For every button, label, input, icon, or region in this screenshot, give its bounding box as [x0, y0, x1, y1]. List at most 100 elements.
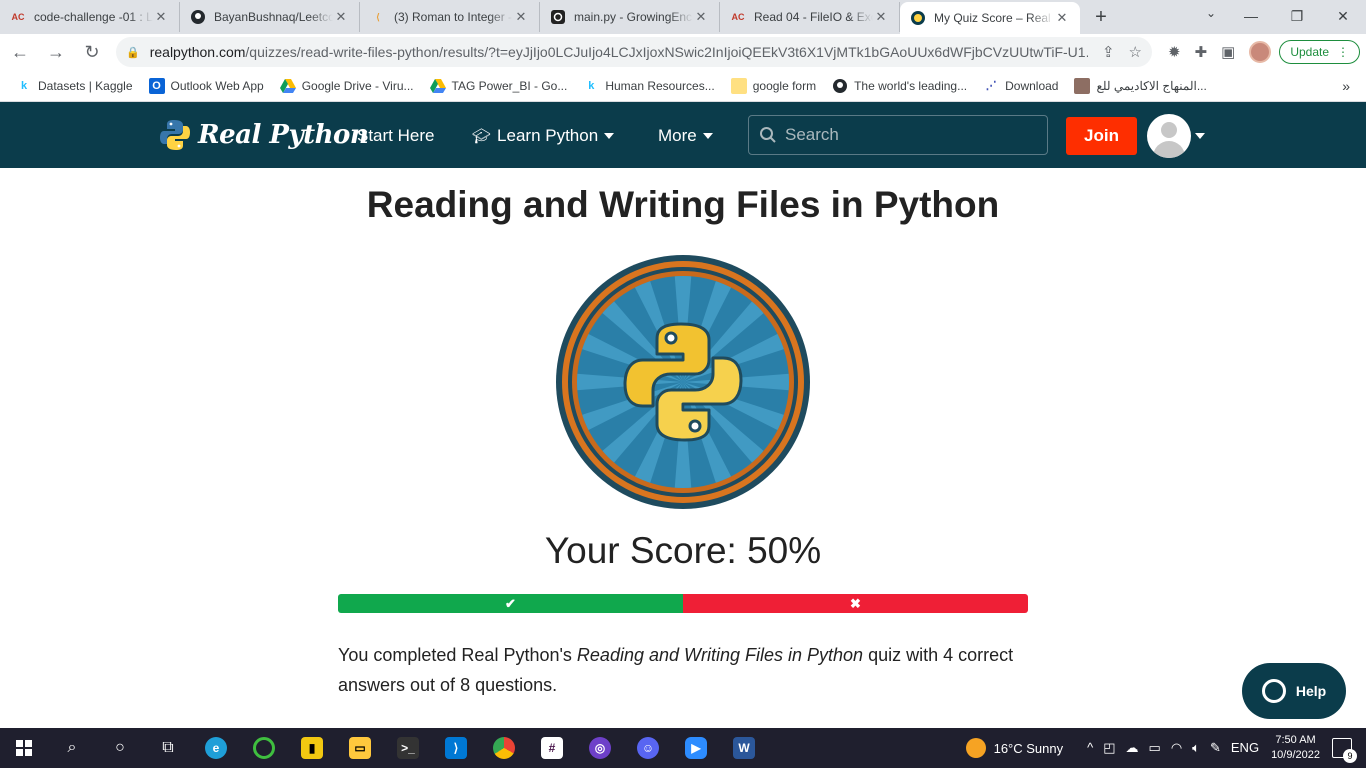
edge-icon[interactable]: e	[192, 728, 240, 768]
graduation-cap-icon: 🎓︎	[472, 128, 492, 145]
bookmark-item[interactable]: المنهاج الاكاديمي للع...	[1074, 77, 1207, 94]
address-bar[interactable]: 🔒 realpython.com/quizzes/read-write-file…	[116, 37, 1152, 67]
kaggle-icon: k	[20, 79, 28, 92]
browser-tab[interactable]: main.py - GrowingEnc ✕	[540, 2, 720, 32]
extension-bug-icon[interactable]: ✹	[1168, 43, 1181, 61]
browser-tab[interactable]: AC Read 04 - FileIO & Exc ✕	[720, 2, 900, 32]
caret-down-icon[interactable]	[1195, 133, 1205, 139]
avatar[interactable]	[1147, 114, 1191, 158]
browser-tab[interactable]: ⟨ (3) Roman to Integer - ✕	[360, 2, 540, 32]
python-badge-image	[555, 254, 811, 515]
bookmarks-bar: k Datasets | Kaggle O Outlook Web App Goog…	[0, 70, 1366, 102]
browser-toolbar: ← → ↻ 🔒 realpython.com/quizzes/read-writ…	[0, 34, 1366, 70]
tab-title: BayanBushnaq/Leetco	[214, 10, 333, 24]
nav-start-here[interactable]: Start Here	[357, 126, 434, 146]
discord-icon[interactable]: ☺	[624, 728, 672, 768]
site-header: Real Python Start Here 🎓︎ Learn Python M…	[0, 102, 1366, 168]
close-tab-icon[interactable]: ✕	[1054, 10, 1070, 26]
nav-more[interactable]: More	[658, 126, 713, 146]
user-menu[interactable]	[1147, 114, 1205, 158]
wifi-icon[interactable]: ◠	[1171, 740, 1182, 756]
site-logo[interactable]: Real Python	[158, 118, 369, 152]
start-button[interactable]	[0, 728, 48, 768]
language-indicator[interactable]: ENG	[1231, 740, 1259, 756]
terminal-icon[interactable]: >_	[384, 728, 432, 768]
join-button[interactable]: Join	[1066, 117, 1137, 155]
tray-icons: ^ ◰ ☁ ▭ ◠ 🔈︎ ✎ ENG	[1087, 740, 1259, 756]
slack-icon[interactable]: #	[528, 728, 576, 768]
tab-search-chevron-icon[interactable]: ⌄	[1206, 6, 1216, 20]
volume-icon[interactable]: 🔈︎	[1192, 740, 1200, 756]
notification-icon[interactable]: 9	[1332, 738, 1357, 763]
kaggle-icon: k	[588, 79, 595, 92]
search-icon	[760, 127, 776, 143]
url-text[interactable]: realpython.com/quizzes/read-write-files-…	[150, 44, 1088, 60]
bookmark-item[interactable]: O Outlook Web App	[148, 77, 264, 94]
close-tab-icon[interactable]: ✕	[333, 9, 349, 25]
folder-icon	[730, 77, 747, 94]
close-tab-icon[interactable]: ✕	[153, 9, 169, 25]
bookmark-item[interactable]: k Human Resources...	[583, 78, 714, 94]
check-icon: ✔	[505, 595, 516, 611]
github-icon	[832, 78, 848, 94]
window-controls: — ❐ ✕	[1228, 0, 1366, 32]
score-progress-bar: ✔ ✖	[338, 594, 1028, 613]
bookmark-item[interactable]: k Datasets | Kaggle	[16, 78, 133, 94]
help-button[interactable]: Help	[1242, 663, 1346, 719]
browser-tab-active[interactable]: My Quiz Score – Real ✕	[900, 2, 1080, 34]
lock-icon[interactable]: 🔒	[126, 46, 140, 59]
minimize-icon[interactable]: —	[1228, 0, 1274, 32]
page-title: Reading and Writing Files in Python	[366, 184, 1000, 225]
battery-icon[interactable]: ▭	[1149, 740, 1161, 756]
site-search[interactable]	[748, 115, 1048, 155]
onedrive-icon[interactable]: ☁	[1126, 740, 1139, 756]
github-desktop-icon[interactable]: ◎	[576, 728, 624, 768]
zoom-icon[interactable]: ▶	[672, 728, 720, 768]
cortana-icon[interactable]: ○	[96, 728, 144, 768]
books-icon	[1074, 77, 1091, 94]
close-tab-icon[interactable]: ✕	[513, 9, 529, 25]
app-ring-icon[interactable]	[240, 728, 288, 768]
bookmark-star-icon[interactable]: ☆	[1129, 43, 1142, 61]
power-bi-icon[interactable]: ▮	[288, 728, 336, 768]
replit-icon	[550, 9, 566, 25]
browser-tab[interactable]: AC code-challenge -01 : L ✕	[0, 2, 180, 32]
side-panel-icon[interactable]: ▣	[1221, 43, 1235, 61]
weather-widget[interactable]: 16°C Sunny	[965, 738, 1063, 758]
bookmark-item[interactable]: ⋰ Download	[983, 78, 1059, 94]
asac-icon: AC	[11, 12, 25, 22]
share-icon[interactable]: ⇪	[1102, 43, 1115, 61]
update-button[interactable]: Update ⋮	[1279, 40, 1361, 64]
word-icon[interactable]: W	[720, 728, 768, 768]
bookmark-item[interactable]: Google Drive - Viru...	[279, 78, 414, 94]
new-tab-button[interactable]: +	[1086, 2, 1116, 32]
vscode-icon[interactable]: ⟩	[432, 728, 480, 768]
bookmark-item[interactable]: google form	[730, 77, 816, 94]
bookmark-item[interactable]: The world's leading...	[832, 78, 967, 94]
task-view-icon[interactable]: ⧉	[144, 728, 192, 768]
more-bookmarks-icon[interactable]: »	[1342, 78, 1350, 94]
chrome-icon[interactable]	[480, 728, 528, 768]
close-window-icon[interactable]: ✕	[1320, 0, 1366, 32]
extensions-area: ✹ ✚ ▣	[1168, 41, 1272, 63]
meet-now-icon[interactable]: ◰	[1103, 740, 1115, 756]
reload-icon[interactable]: ↻	[76, 36, 108, 68]
logo-text: Real Python	[198, 120, 369, 150]
close-tab-icon[interactable]: ✕	[693, 9, 709, 25]
close-tab-icon[interactable]: ✕	[873, 9, 889, 25]
chevron-up-icon[interactable]: ^	[1087, 740, 1093, 756]
profile-avatar[interactable]	[1249, 41, 1272, 63]
back-icon[interactable]: ←	[4, 36, 36, 68]
search-input[interactable]	[785, 125, 1025, 145]
file-explorer-icon[interactable]: ▭	[336, 728, 384, 768]
forward-icon[interactable]: →	[40, 36, 72, 68]
extensions-puzzle-icon[interactable]: ✚	[1195, 43, 1208, 61]
restore-icon[interactable]: ❐	[1274, 0, 1320, 32]
clock[interactable]: 7:50 AM 10/9/2022	[1271, 733, 1320, 763]
pen-icon[interactable]: ✎	[1210, 740, 1221, 756]
bookmark-item[interactable]: TAG Power_BI - Go...	[429, 78, 567, 94]
nav-learn-python[interactable]: 🎓︎ Learn Python	[472, 126, 615, 146]
browser-tab[interactable]: BayanBushnaq/Leetco ✕	[180, 2, 360, 32]
search-icon[interactable]: ⌕	[48, 728, 96, 768]
caret-down-icon	[604, 133, 615, 139]
